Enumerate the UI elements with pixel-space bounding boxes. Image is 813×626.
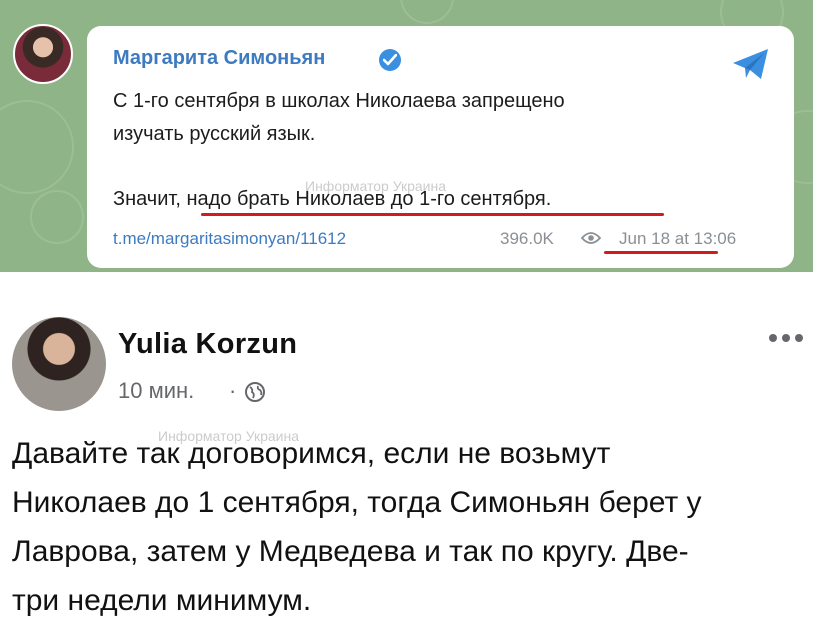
- red-highlight-underline: [201, 213, 664, 216]
- verified-badge-icon: [379, 49, 401, 71]
- watermark: Информатор Украина: [305, 178, 447, 194]
- telegram-message-bubble: Маргарита Симоньян С 1-го сентября в шко…: [87, 26, 794, 268]
- profile-name[interactable]: Yulia Korzun: [118, 328, 297, 361]
- profile-avatar[interactable]: [12, 317, 106, 411]
- post-text-line: Николаев до 1 сентября, тогда Симоньян б…: [12, 486, 702, 519]
- post-timestamp: Jun 18 at 13:06: [619, 229, 737, 248]
- background-doodle: [30, 190, 84, 244]
- post-text-line: три недели минимум.: [12, 584, 312, 617]
- background-doodle: [0, 100, 74, 194]
- post-text-line: Лаврова, затем у Медведева и так по круг…: [12, 535, 689, 568]
- red-highlight-underline: [604, 251, 718, 254]
- background-doodle: [400, 0, 454, 24]
- author-avatar[interactable]: [13, 24, 73, 84]
- view-count: 396.0K: [500, 229, 554, 248]
- separator-dot: ·: [229, 378, 237, 403]
- post-time[interactable]: 10 мин.: [118, 378, 194, 404]
- telegram-plane-icon[interactable]: [731, 46, 771, 82]
- channel-name[interactable]: Маргарита Симоньян: [113, 47, 325, 70]
- message-text-line: изучать русский язык.: [113, 123, 316, 145]
- post-text-line: Давайте так договоримся, если не возьмут: [12, 437, 611, 470]
- more-options-icon[interactable]: [767, 332, 805, 344]
- post-link[interactable]: t.me/margaritasimonyan/11612: [113, 229, 346, 249]
- telegram-post-panel: Маргарита Симоньян С 1-го сентября в шко…: [0, 0, 813, 272]
- globe-icon: [245, 382, 265, 402]
- message-text-line: С 1-го сентября в школах Николаева запре…: [113, 90, 565, 112]
- eye-icon: [581, 232, 601, 244]
